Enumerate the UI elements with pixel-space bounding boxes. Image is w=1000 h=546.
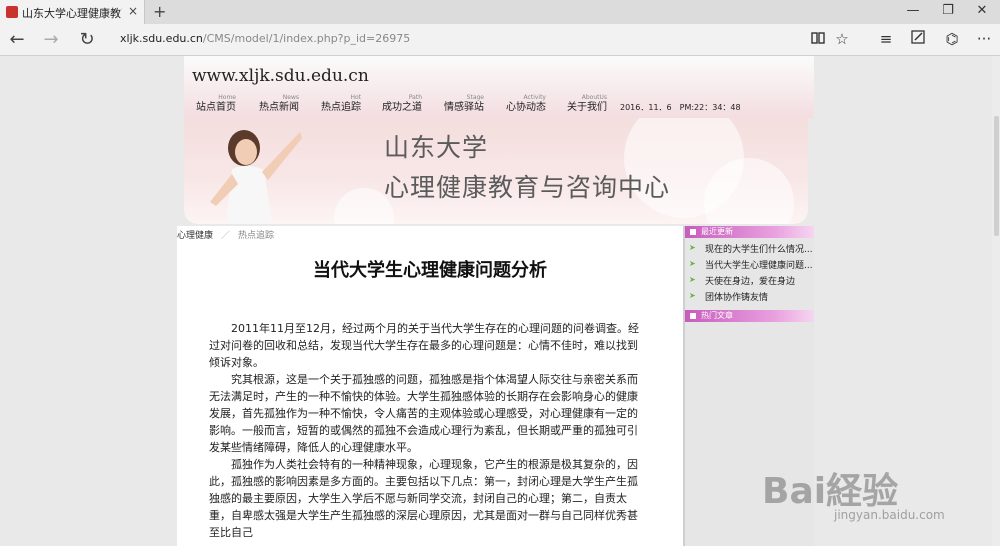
baidu-jingyan-watermark: Bai経验 jingyan.baidu.com xyxy=(762,462,992,522)
scrollbar-thumb[interactable] xyxy=(994,116,999,236)
site-datetime: 2016．11．6 PM:22：34：48 xyxy=(620,103,741,112)
nav-about[interactable]: AboutUs 关于我们 xyxy=(567,94,607,114)
favicon-icon xyxy=(6,6,18,18)
tab-title: 山东大学心理健康教育! xyxy=(22,7,122,20)
nav-activity-label: 心协动态 xyxy=(506,102,546,113)
window-close-icon[interactable]: ✕ xyxy=(972,3,992,18)
breadcrumb: 心理健康 ／ 热点追踪 xyxy=(177,228,274,241)
nav-hot-label: 热点追踪 xyxy=(321,102,361,113)
article-title: 当代大学生心理健康问题分析 xyxy=(313,260,547,281)
article-paragraph: 究其根源，这是一个关于孤独感的问题，孤独感是指个体渴望人际交往与亲密关系而无法满… xyxy=(209,373,638,454)
nav-activity[interactable]: Activity 心协动态 xyxy=(506,94,546,114)
article-panel: 心理健康 ／ 热点追踪 当代大学生心理健康问题分析 2011年11月至12月，经过两… xyxy=(177,226,683,546)
nav-hot-en: Hot xyxy=(350,94,361,101)
article-body: 2011年11月至12月，经过两个月的关于当代大学生存在的心理问题的问卷调查。经… xyxy=(209,320,647,541)
breadcrumb-item-hot[interactable]: 热点追踪 xyxy=(238,231,274,241)
browser-toolbar: ← → ↻ xljk.sdu.edu.cn/CMS/model/1/index.… xyxy=(0,24,1000,56)
nav-hot[interactable]: Hot 热点追踪 xyxy=(321,94,361,114)
recent-updates-list: ➤ 现在的大学生们什么情况... ➤ 当代大学生心理健康问题... ➤ 天使在身… xyxy=(685,240,814,304)
page-scrollbar[interactable] xyxy=(992,56,1000,546)
nav-path-label: 成功之道 xyxy=(382,102,422,113)
new-tab-icon[interactable]: + xyxy=(153,2,166,21)
banner-title-university: 山东大学 xyxy=(384,133,489,162)
share-icon[interactable]: ⌬ xyxy=(942,30,962,48)
recent-updates-header: 最近更新 xyxy=(685,226,814,238)
nav-news-en: News xyxy=(282,94,299,101)
nav-about-label: 关于我们 xyxy=(567,102,607,113)
hot-articles-title: 热门文章 xyxy=(701,311,733,320)
back-arrow-icon[interactable]: ← xyxy=(6,29,28,50)
watermark-url: jingyan.baidu.com xyxy=(834,508,945,522)
reading-view-icon[interactable] xyxy=(808,30,828,48)
banner-title-center: 心理健康教育与咨询中心 xyxy=(384,173,671,202)
list-item[interactable]: ➤ 现在的大学生们什么情况... xyxy=(685,240,814,256)
minimize-icon[interactable]: — xyxy=(903,3,923,18)
list-item-label: 现在的大学生们什么情况... xyxy=(705,245,812,255)
list-item[interactable]: ➤ 当代大学生心理健康问题... xyxy=(685,256,814,272)
nav-home-label: 站点首页 xyxy=(196,102,236,113)
site-header: www.xljk.sdu.edu.cn Home 站点首页 News 热点新闻 … xyxy=(184,56,814,118)
url-path: /CMS/model/1/index.php?p_id=26975 xyxy=(202,32,411,45)
forward-arrow-icon[interactable]: → xyxy=(40,29,62,50)
restore-icon[interactable]: ❐ xyxy=(938,3,958,18)
list-item-label: 当代大学生心理健康问题... xyxy=(705,261,812,271)
list-item[interactable]: ➤ 天使在身边，爱在身边 xyxy=(685,272,814,288)
site-domain: www.xljk.sdu.edu.cn xyxy=(192,66,369,86)
list-item[interactable]: ➤ 团体协作铸友情 xyxy=(685,288,814,304)
hub-menu-icon[interactable]: ≡ xyxy=(876,30,896,48)
url-domain: xljk.sdu.edu.cn xyxy=(120,32,203,45)
arrow-right-icon: ➤ xyxy=(689,275,696,284)
nav-news[interactable]: News 热点新闻 xyxy=(259,94,299,114)
watermark-logo: Bai経验 xyxy=(762,471,899,512)
article-paragraph: 2011年11月至12月，经过两个月的关于当代大学生存在的心理问题的问卷调查。经… xyxy=(209,322,639,369)
nav-path-en: Path xyxy=(408,94,422,101)
nav-stage-en: Stage xyxy=(466,94,484,101)
arrow-right-icon: ➤ xyxy=(689,243,696,252)
breadcrumb-item-mental-health[interactable]: 心理健康 xyxy=(177,231,213,241)
site-banner: 山东大学 心理健康教育与咨询中心 xyxy=(184,118,808,224)
nav-about-en: AboutUs xyxy=(581,94,607,101)
refresh-icon[interactable]: ↻ xyxy=(76,29,98,50)
tab-bar: 山东大学心理健康教育! × + — ❐ ✕ xyxy=(0,0,1000,24)
hot-articles-header: 热门文章 xyxy=(685,310,814,322)
arrow-right-icon: ➤ xyxy=(689,291,696,300)
nav-path[interactable]: Path 成功之道 xyxy=(382,94,422,114)
nav-stage[interactable]: Stage 情感驿站 xyxy=(444,94,484,114)
address-bar[interactable]: xljk.sdu.edu.cn/CMS/model/1/index.php?p_… xyxy=(120,32,410,45)
nav-home[interactable]: Home 站点首页 xyxy=(196,94,236,114)
banner-person-illustration xyxy=(210,130,302,224)
article-paragraph: 孤独作为人类社会特有的一种精神现象，心理现象，它产生的根源是极其复杂的，因此，孤… xyxy=(209,458,638,539)
list-item-label: 天使在身边，爱在身边 xyxy=(705,277,796,287)
more-options-icon[interactable]: ··· xyxy=(974,30,994,48)
nav-news-label: 热点新闻 xyxy=(259,102,299,113)
web-note-icon[interactable] xyxy=(908,30,928,48)
recent-updates-title: 最近更新 xyxy=(701,227,733,236)
arrow-right-icon: ➤ xyxy=(689,259,696,268)
nav-home-en: Home xyxy=(218,94,236,101)
list-item-label: 团体协作铸友情 xyxy=(705,293,769,303)
tab-close-icon[interactable]: × xyxy=(128,4,138,18)
nav-activity-en: Activity xyxy=(523,94,546,101)
breadcrumb-separator: ／ xyxy=(221,231,231,241)
favorite-star-icon[interactable]: ☆ xyxy=(832,30,852,48)
browser-tab[interactable]: 山东大学心理健康教育! × xyxy=(0,0,145,24)
nav-stage-label: 情感驿站 xyxy=(444,102,484,113)
